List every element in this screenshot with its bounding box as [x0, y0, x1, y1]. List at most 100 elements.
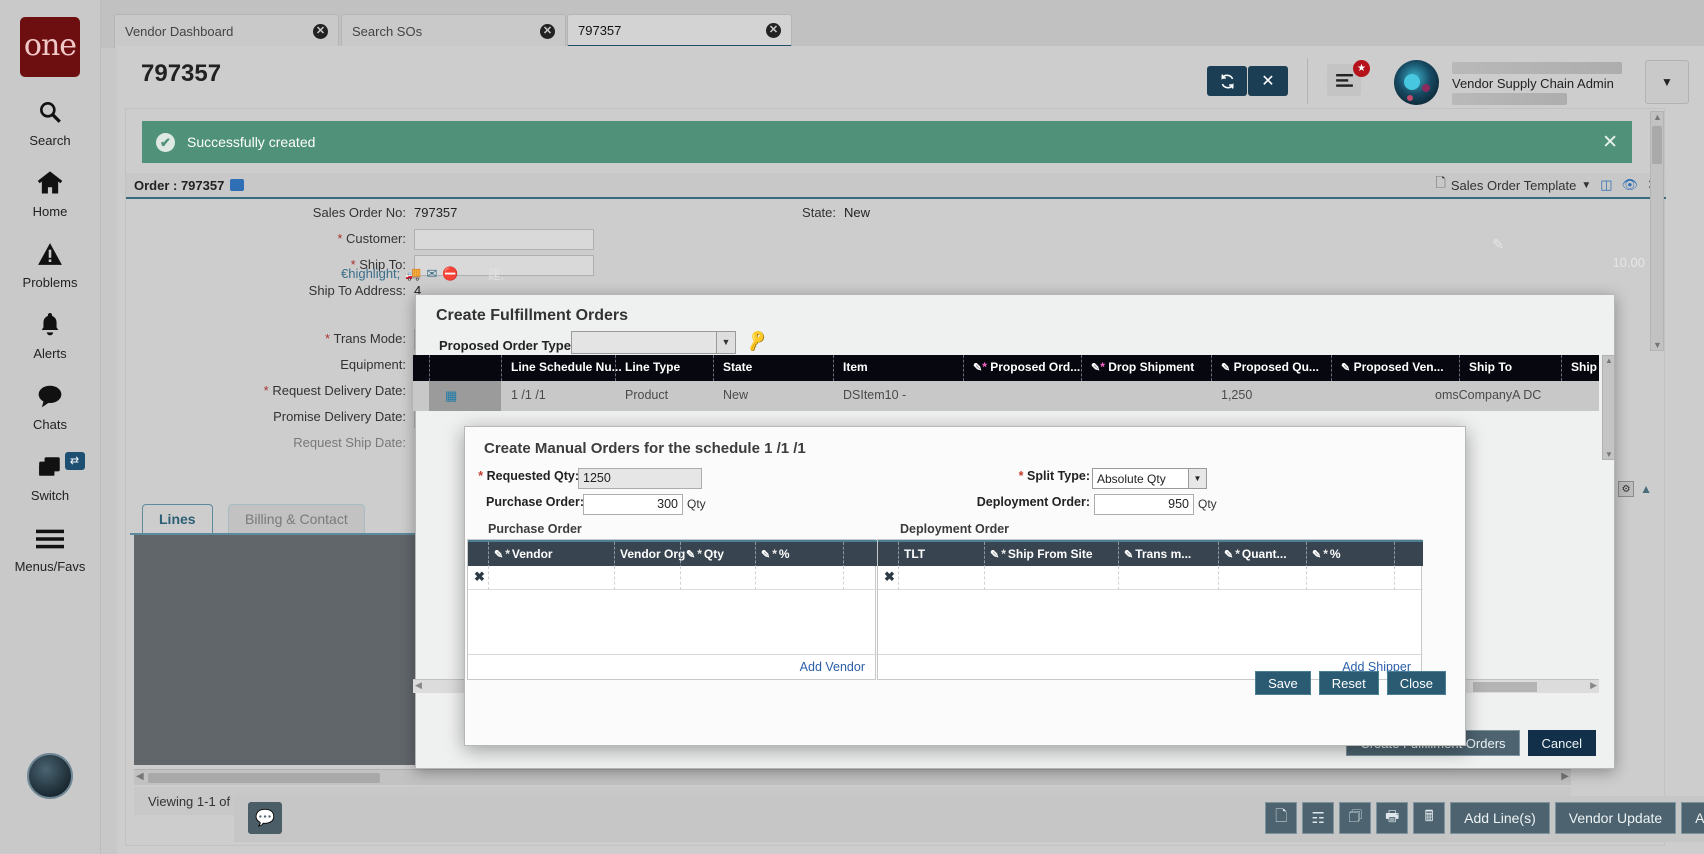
support-avatar-icon[interactable] [27, 753, 73, 799]
printer-icon-button[interactable]: 🖶 [1376, 802, 1408, 834]
sidebar-item-alerts[interactable]: Alerts [0, 312, 101, 361]
brand-logo[interactable]: one [20, 17, 80, 77]
field-value-sales-order-no: 797357 [414, 205, 457, 220]
scroll-left-arrow-icon[interactable]: ◀ [136, 771, 144, 782]
scroll-up-arrow-icon[interactable]: ▲ [1653, 112, 1662, 122]
chevron-down-icon[interactable]: ▼ [716, 332, 735, 353]
close-icon[interactable]: ✕ [540, 24, 555, 39]
grid-settings-icon[interactable]: ⚙ [1618, 481, 1634, 497]
chat-bubble-icon-button[interactable]: 💬 [248, 802, 282, 834]
sidebar-item-home[interactable]: Home [0, 170, 101, 219]
copy-icon-button[interactable]: 🗋 [1265, 802, 1297, 834]
deployment-order-qty-input[interactable]: 950 [1094, 494, 1194, 515]
purchase-order-qty-suffix: Qty [687, 497, 706, 511]
proposed-order-type-select[interactable]: ▼ [571, 331, 736, 354]
cancel-button[interactable]: Cancel [1528, 730, 1596, 756]
sales-order-template-selector[interactable]: 🗋 Sales Order Template ▼ [1435, 174, 1591, 196]
stop-icon[interactable]: ⛔ [442, 266, 458, 282]
chevron-down-icon[interactable]: ▼ [1188, 469, 1206, 488]
sidebar-item-search[interactable]: Search [0, 99, 101, 148]
column-header-ship[interactable]: Ship [1571, 360, 1597, 374]
reset-button[interactable]: Reset [1319, 671, 1379, 695]
mail-icon[interactable]: ✉ [426, 266, 437, 282]
column-header-drop-shipment[interactable]: ✎* Drop Shipment [1091, 360, 1194, 374]
sidebar-item-menus-favs[interactable]: Menus/Favs [0, 525, 101, 574]
column-header-vendor[interactable]: ✎* Vendor [494, 547, 553, 561]
close-button[interactable]: Close [1387, 671, 1446, 695]
column-header-percent[interactable]: ✎* % [761, 547, 790, 561]
tab-797357[interactable]: 797357 ✕ [567, 14, 792, 48]
scroll-down-arrow-icon[interactable]: ▼ [1605, 450, 1613, 459]
split-type-select[interactable]: Absolute Qty ▼ [1092, 468, 1207, 489]
column-header-tlt[interactable]: TLT [904, 547, 925, 561]
collapse-chevron-icon[interactable]: ▲ [1640, 482, 1652, 496]
column-header-item[interactable]: Item [843, 360, 868, 374]
actions-dropdown-button[interactable]: Actions ▼ [1681, 802, 1704, 834]
eye-icon[interactable]: 👁 [1622, 177, 1639, 193]
column-header-line-schedule-number[interactable]: Line Schedule Nu... [511, 360, 622, 374]
scroll-left-arrow-icon[interactable]: ◀ [415, 680, 422, 691]
scrollbar-thumb[interactable] [148, 773, 380, 783]
sidebar-item-problems[interactable]: Problems [0, 241, 101, 290]
note-window-icon-button[interactable]: 🗇 [1339, 802, 1371, 834]
scrollbar-thumb[interactable] [1652, 126, 1662, 164]
tab-label: Vendor Dashboard [125, 24, 257, 39]
scroll-right-arrow-icon[interactable]: ▶ [1561, 771, 1569, 782]
scroll-up-arrow-icon[interactable]: ▲ [1605, 356, 1613, 365]
table-row[interactable]: ✖ [878, 566, 1423, 590]
refresh-icon-button[interactable] [1207, 66, 1247, 96]
column-header-line-type[interactable]: Line Type [625, 360, 680, 374]
card-vertical-scrollbar[interactable]: ▲ ▼ [1650, 111, 1664, 351]
close-icon[interactable]: ✕ [313, 24, 328, 39]
delete-x-icon[interactable]: ✖ [474, 569, 485, 585]
purchase-order-qty-input[interactable]: 300 [583, 494, 683, 515]
column-header-percent[interactable]: ✎* % [1312, 547, 1341, 561]
add-lines-button[interactable]: Add Line(s) [1450, 802, 1550, 834]
close-icon[interactable]: ✕ [1602, 131, 1618, 154]
truck-icon[interactable]: 🚚 [405, 266, 421, 282]
close-x-icon-button[interactable]: ✕ [1248, 66, 1288, 96]
tab-search-sos[interactable]: Search SOs ✕ [341, 14, 566, 48]
column-header-trans-mode[interactable]: ✎ Trans m... [1124, 547, 1191, 561]
column-header-proposed-quantity[interactable]: ✎ Proposed Qu... [1221, 360, 1319, 374]
scroll-right-arrow-icon[interactable]: ▶ [1590, 680, 1597, 691]
field-input-customer[interactable] [414, 229, 594, 250]
bottom-action-bar: 💬 🗋 ☶ 🗇 🖶 🖩 Add Line(s) Vendor Update Ac… [234, 796, 1704, 842]
row-selector-cell[interactable] [429, 381, 501, 411]
duplicate-icon[interactable]: ◫ [1600, 177, 1612, 193]
delete-x-icon[interactable]: ✖ [884, 569, 895, 585]
tab-vendor-dashboard[interactable]: Vendor Dashboard ✕ [114, 14, 339, 48]
pencil-edit-icon[interactable]: ✎ [1492, 236, 1504, 253]
column-header-ship-from-site[interactable]: ✎* Ship From Site [990, 547, 1093, 561]
save-button[interactable]: Save [1255, 671, 1311, 695]
requested-qty-input[interactable]: 1250 [578, 468, 702, 489]
external-link-icon[interactable]: 建; [488, 264, 505, 283]
lines-horizontal-scrollbar[interactable]: ◀ ▶ [134, 769, 1571, 785]
switch-toggle-badge[interactable]: ⇄ [65, 452, 85, 470]
table-row[interactable]: ▦ 1 /1 /1 Product New DSItem10 - 1,250 o… [413, 381, 1599, 411]
column-header-proposed-order-type[interactable]: ✎* Proposed Ord... [973, 360, 1080, 374]
column-header-quantity[interactable]: ✎* Quant... [1224, 547, 1287, 561]
hierarchy-node-icon[interactable]: ▦ [445, 388, 457, 404]
sidebar-item-switch[interactable]: ⇄ Switch [0, 454, 101, 503]
tab-billing-contact[interactable]: Billing & Contact [228, 504, 365, 534]
audit-list-icon-button[interactable]: ☶ [1302, 802, 1334, 834]
column-header-proposed-vendor[interactable]: ✎ Proposed Ven... [1341, 360, 1444, 374]
table-row[interactable]: ✖ [468, 566, 877, 590]
sidebar-item-chats[interactable]: Chats [0, 383, 101, 432]
column-header-qty[interactable]: ✎* Qty [686, 547, 724, 561]
column-header-ship-to[interactable]: Ship To [1469, 360, 1512, 374]
user-truck-icon[interactable]: €highlight; [341, 266, 400, 281]
modal-grid-vertical-scrollbar[interactable]: ▲ ▼ [1602, 355, 1615, 460]
avatar[interactable] [1394, 60, 1439, 105]
scroll-down-arrow-icon[interactable]: ▼ [1653, 340, 1662, 350]
add-vendor-link[interactable]: Add Vendor [800, 660, 865, 674]
tab-lines[interactable]: Lines [142, 504, 213, 534]
scrollbar-thumb[interactable] [1473, 682, 1537, 692]
column-header-state[interactable]: State [723, 360, 752, 374]
user-menu-chevron-down-icon[interactable]: ▼ [1645, 60, 1689, 104]
vendor-update-button[interactable]: Vendor Update [1555, 802, 1676, 834]
column-header-vendor-org[interactable]: Vendor Org [620, 547, 685, 561]
close-icon[interactable]: ✕ [766, 23, 781, 38]
calculator-icon-button[interactable]: 🖩 [1413, 802, 1445, 834]
